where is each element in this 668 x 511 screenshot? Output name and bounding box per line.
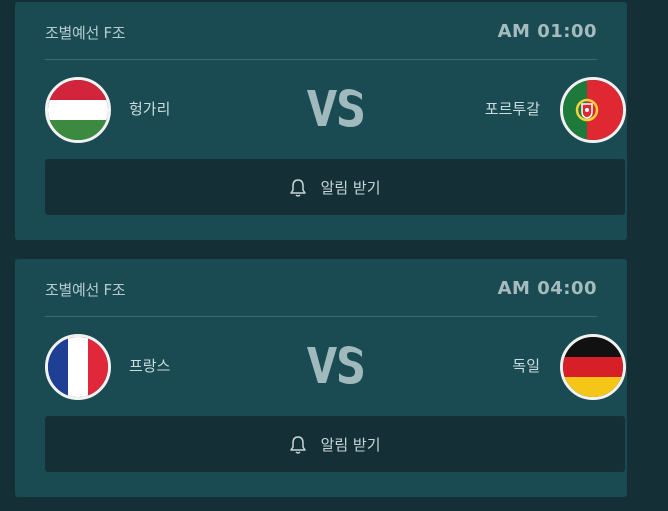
alarm-button-label: 알림 받기 [320, 179, 381, 197]
match-card-header: 조별예선 F조 AM 04:00 [45, 259, 597, 317]
hungary-flag-icon [45, 77, 111, 143]
group-label: 조별예선 F조 [45, 281, 126, 299]
bell-icon [289, 178, 307, 198]
france-flag-icon [45, 334, 111, 400]
match-card: 조별예선 F조 AM 04:00 프랑스 독일 알림 받기 [15, 259, 627, 497]
vs-label [305, 86, 365, 130]
home-team-name: 헝가리 [129, 100, 171, 118]
away-team-name: 포르투갈 [484, 100, 540, 118]
match-card-header: 조별예선 F조 AM 01:00 [45, 2, 597, 60]
alarm-button-label: 알림 받기 [320, 436, 381, 454]
group-label: 조별예선 F조 [45, 24, 126, 42]
germany-flag-icon [560, 334, 626, 400]
alarm-button[interactable]: 알림 받기 [45, 159, 625, 215]
away-team-name: 독일 [512, 357, 540, 375]
alarm-button[interactable]: 알림 받기 [45, 416, 625, 472]
portugal-flag-icon [560, 77, 626, 143]
match-card: 조별예선 F조 AM 01:00 헝가리 포르투갈 알림 받기 [15, 2, 627, 240]
match-time: AM 01:00 [497, 21, 597, 42]
bell-icon [289, 435, 307, 455]
match-time: AM 04:00 [497, 278, 597, 299]
vs-label [305, 343, 365, 387]
home-team-name: 프랑스 [129, 357, 171, 375]
